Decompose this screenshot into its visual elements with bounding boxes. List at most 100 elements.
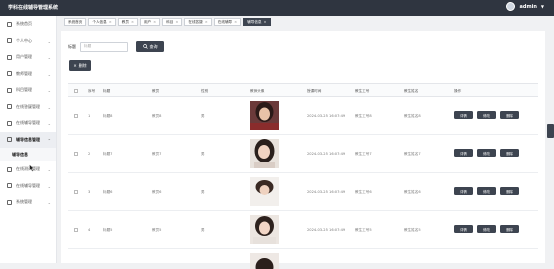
chevron-down-icon: ⌄ <box>47 200 51 205</box>
cell-teacher: 教员8 <box>152 114 162 118</box>
tab-label: 在线答疑 <box>188 19 203 24</box>
row-checkbox[interactable] <box>74 190 78 194</box>
close-icon[interactable]: × <box>205 20 208 24</box>
sidebar-item-label: 系统管理 <box>16 199 32 205</box>
close-icon[interactable]: × <box>264 20 267 24</box>
sidebar-subitem-tutoring-info[interactable]: 辅导信息 <box>0 148 56 161</box>
header-actions: 操作 <box>454 89 462 93</box>
sidebar-item-subjects[interactable]: 科目管理 ⌄ <box>0 82 56 99</box>
tab-online-tutoring[interactable]: 在线辅导 × <box>213 18 242 26</box>
chevron-down-icon: ⌄ <box>47 88 51 93</box>
close-icon[interactable]: × <box>234 20 237 24</box>
row-delete-button[interactable]: 删除 <box>500 225 519 233</box>
mouse-pointer-icon <box>29 164 35 172</box>
cell-time: 2024-03-25 16:07:49 <box>307 190 346 194</box>
users-icon <box>7 54 12 60</box>
close-icon[interactable]: × <box>153 20 156 24</box>
teacher-photo <box>250 139 279 168</box>
cell-name: 教生姓名6 <box>404 190 421 194</box>
test-icon <box>7 166 12 172</box>
sidebar-item-home[interactable]: 系统首页 <box>0 16 56 33</box>
header-index: 序号 <box>88 89 96 93</box>
tab-label: 在线辅导 <box>217 19 233 24</box>
close-icon[interactable]: × <box>131 20 134 24</box>
row-delete-button[interactable]: 删除 <box>500 111 519 119</box>
close-icon[interactable]: × <box>175 20 178 24</box>
chevron-down-icon: ⌄ <box>47 55 51 60</box>
table-row: 4 标题5 教员5 男 2024-03-25 16:07:49 教生工号5 教生… <box>68 211 538 249</box>
sidebar-item-system[interactable]: 系统管理 ⌄ <box>0 194 56 211</box>
settings-icon <box>7 199 12 205</box>
sidebar-item-tutoring-info[interactable]: 辅导信息管理 ⌃ <box>0 131 56 148</box>
sidebar-item-qa[interactable]: 在线答疑管理 ⌄ <box>0 99 56 116</box>
header-gender: 性别 <box>201 89 209 93</box>
header-title: 标题 <box>103 89 111 93</box>
tab-teacher[interactable]: 教员 × <box>117 18 138 26</box>
avatar[interactable] <box>506 2 516 11</box>
tab-tutoring-info[interactable]: 辅导信息 × <box>243 18 271 26</box>
edit-button[interactable]: 修改 <box>477 225 496 233</box>
details-button[interactable]: 详情 <box>454 111 473 119</box>
header-time: 授课时间 <box>307 89 322 93</box>
tab-user[interactable]: 用户 × <box>139 18 161 26</box>
search-button[interactable]: 查询 <box>136 41 164 52</box>
select-all-checkbox[interactable] <box>74 89 78 93</box>
cell-title: 标题6 <box>103 190 113 194</box>
tab-home[interactable]: 系统首页 <box>64 18 87 26</box>
cell-name: 教生姓名8 <box>404 114 421 118</box>
table-row: 3 标题6 教员6 男 2024-03-25 16:07:49 教生工号6 教生… <box>68 173 538 211</box>
sidebar-item-online-lessons[interactable]: 在线辅导管理 ⌄ <box>0 115 56 132</box>
cell-name: 教生姓名7 <box>404 152 421 156</box>
row-checkbox[interactable] <box>74 152 78 156</box>
row-checkbox[interactable] <box>74 228 78 232</box>
tab-subject[interactable]: 科目 × <box>162 18 183 26</box>
sidebar-item-teachers[interactable]: 教师管理 ⌄ <box>0 66 56 83</box>
header-teacher: 教员 <box>152 89 160 93</box>
tab-label: 个人信息 <box>92 19 107 24</box>
sidebar-item-tests[interactable]: 在线测试管理 ⌄ <box>0 161 56 178</box>
cell-name: 教生姓名5 <box>404 228 421 232</box>
cell-time: 2024-03-25 16:07:49 <box>307 114 346 118</box>
details-button[interactable]: 详情 <box>454 187 473 195</box>
chevron-down-icon: ⌄ <box>47 121 51 126</box>
tab-profile[interactable]: 个人信息 × <box>88 18 116 26</box>
cell-title: 标题7 <box>103 152 113 156</box>
search-input[interactable]: 标题 <box>80 41 128 52</box>
close-icon[interactable]: × <box>109 20 112 24</box>
edit-button[interactable]: 修改 <box>477 111 496 119</box>
teacher-photo <box>250 177 279 206</box>
tab-label: 科目 <box>166 19 174 24</box>
top-bar: 学科在线辅导管理系统 admin ▼ <box>0 0 554 16</box>
caret-down-icon[interactable]: ▼ <box>541 4 544 9</box>
sidebar-item-users[interactable]: 用户管理 ⌄ <box>0 49 56 66</box>
chevron-down-icon: ⌄ <box>47 38 51 44</box>
sidebar-item-profile[interactable]: 个人中心 ⌄ <box>0 33 56 50</box>
cell-gender: 男 <box>201 228 205 232</box>
sidebar-item-label: 在线辅导管理 <box>16 120 40 126</box>
cell-index: 2 <box>88 152 91 156</box>
cell-time: 2024-03-25 16:07:49 <box>307 152 346 156</box>
chevron-down-icon: ⌄ <box>47 183 51 189</box>
user-name[interactable]: admin <box>519 4 536 10</box>
user-icon <box>7 38 12 44</box>
cell-gender: 男 <box>201 190 205 194</box>
delete-button[interactable]: ✕ 删除 <box>69 60 91 71</box>
edit-button[interactable]: 修改 <box>477 187 496 195</box>
header-name: 教生姓名 <box>404 89 419 93</box>
details-button[interactable]: 详情 <box>454 149 473 157</box>
sidebar-item-tutoring[interactable]: 在线辅导管理 ⌄ <box>0 178 56 195</box>
side-scroll-handle[interactable] <box>547 124 554 138</box>
question-icon <box>7 104 12 110</box>
edit-button[interactable]: 修改 <box>477 149 496 157</box>
row-delete-button[interactable]: 删除 <box>500 149 519 157</box>
table-row <box>68 249 538 269</box>
user-menu[interactable]: admin ▼ <box>506 2 544 11</box>
table-row: 1 标题8 教员8 男 2024-03-25 16:07:49 教生工号8 教生… <box>68 97 538 135</box>
chevron-up-icon: ⌃ <box>47 137 51 143</box>
cell-index: 3 <box>88 190 91 194</box>
row-delete-button[interactable]: 删除 <box>500 187 519 195</box>
row-checkbox[interactable] <box>74 114 78 118</box>
details-button[interactable]: 详情 <box>454 225 473 233</box>
cell-empno: 教生工号6 <box>355 190 372 194</box>
tab-qa[interactable]: 在线答疑 × <box>184 18 212 26</box>
